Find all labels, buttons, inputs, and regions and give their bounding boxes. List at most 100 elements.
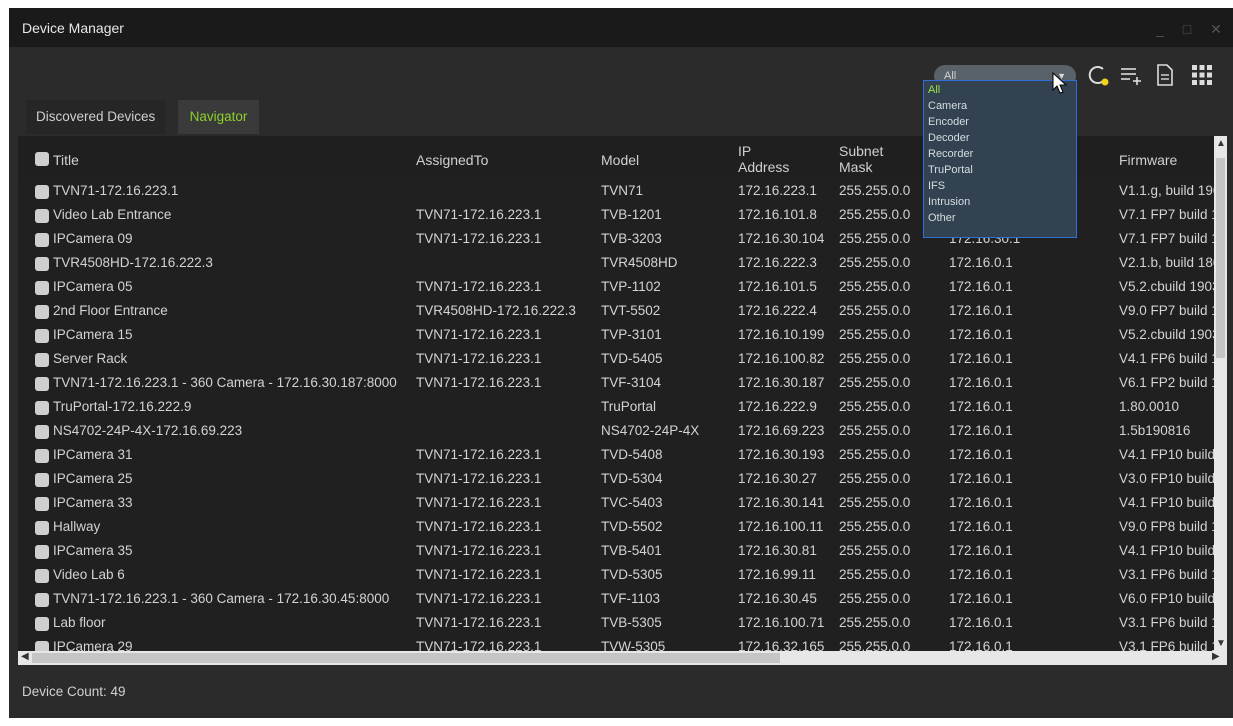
row-checkbox[interactable]	[35, 185, 49, 199]
cell-title: TruPortal-172.16.222.9	[53, 399, 192, 414]
row-checkbox[interactable]	[35, 521, 49, 535]
row-checkbox[interactable]	[35, 281, 49, 295]
cell-ip-address: 172.16.30.45	[738, 591, 817, 606]
scroll-left-icon[interactable]: ◀	[21, 651, 29, 662]
dropdown-option-all[interactable]: All	[928, 84, 940, 97]
cell-gateway: 172.16.0.1	[949, 447, 1013, 462]
cell-title: IPCamera 31	[53, 447, 133, 462]
cell-subnet-mask: 255.255.0.0	[839, 279, 911, 294]
table-row[interactable]: 2nd Floor Entrance TVR4508HD-172.16.222.3…	[18, 301, 1214, 323]
horizontal-scrollbar[interactable]: ◀ ▶	[18, 651, 1227, 665]
cell-subnet-mask: 255.255.0.0	[839, 639, 911, 651]
row-checkbox[interactable]	[35, 425, 49, 439]
table-row[interactable]: Server Rack TVN71-172.16.223.1 TVD-5405 172…	[18, 349, 1214, 371]
table-row[interactable]: IPCamera 35 TVN71-172.16.223.1 TVB-5401 172…	[18, 541, 1214, 563]
table-row[interactable]: TVN71-172.16.223.1 - 360 Camera - 172.16…	[18, 373, 1214, 395]
add-list-icon[interactable]	[1118, 62, 1144, 88]
column-header-subnet-mask[interactable]: Subnet Mask	[839, 143, 883, 175]
cell-ip-address: 172.16.30.104	[738, 231, 825, 246]
row-checkbox[interactable]	[35, 401, 49, 415]
cell-model: TVD-5405	[601, 351, 663, 366]
scroll-down-icon[interactable]: ▼	[1216, 638, 1226, 649]
row-checkbox[interactable]	[35, 305, 49, 319]
cell-firmware: V7.1 FP7 build 1	[1119, 207, 1214, 222]
row-checkbox[interactable]	[35, 545, 49, 559]
dropdown-option-recorder[interactable]: Recorder	[928, 148, 973, 161]
vertical-scroll-thumb[interactable]	[1216, 158, 1225, 358]
table-row[interactable]: IPCamera 25 TVN71-172.16.223.1 TVD-5304 172…	[18, 469, 1214, 491]
row-checkbox[interactable]	[35, 449, 49, 463]
row-checkbox[interactable]	[35, 209, 49, 223]
table-row[interactable]: TruPortal-172.16.222.9 TruPortal 172.16.22…	[18, 397, 1214, 419]
cell-title: IPCamera 29	[53, 639, 133, 651]
report-icon[interactable]	[1152, 62, 1178, 88]
minimize-button[interactable]: _	[1149, 18, 1171, 40]
close-button[interactable]: ✕	[1205, 18, 1227, 40]
maximize-button[interactable]: □	[1176, 18, 1198, 40]
cell-gateway: 172.16.0.1	[949, 495, 1013, 510]
table-row[interactable]: Hallway TVN71-172.16.223.1 TVD-5502 172.16.…	[18, 517, 1214, 539]
table-body: TVN71-172.16.223.1 TVN71 172.16.223.1 255.2…	[18, 181, 1214, 651]
table-row[interactable]: IPCamera 29 TVN71-172.16.223.1 TVW-5305 172…	[18, 637, 1214, 651]
column-header-firmware[interactable]: Firmware	[1119, 152, 1177, 168]
dropdown-option-other[interactable]: Other	[928, 212, 956, 225]
row-checkbox[interactable]	[35, 257, 49, 271]
table-row[interactable]: IPCamera 31 TVN71-172.16.223.1 TVD-5408 172…	[18, 445, 1214, 467]
cell-assigned-to: TVN71-172.16.223.1	[416, 567, 542, 582]
column-header-model[interactable]: Model	[601, 152, 639, 168]
row-checkbox[interactable]	[35, 569, 49, 583]
grid-menu-icon[interactable]	[1189, 62, 1215, 88]
table-row[interactable]: IPCamera 15 TVN71-172.16.223.1 TVP-3101 172…	[18, 325, 1214, 347]
cell-gateway: 172.16.0.1	[949, 255, 1013, 270]
cell-gateway: 172.16.0.1	[949, 279, 1013, 294]
dropdown-option-truportal[interactable]: TruPortal	[928, 164, 973, 177]
horizontal-scroll-thumb[interactable]	[32, 653, 780, 663]
cell-subnet-mask: 255.255.0.0	[839, 615, 911, 630]
cell-firmware: 1.5b190816	[1119, 423, 1191, 438]
tab-discovered-devices[interactable]: Discovered Devices	[26, 100, 166, 134]
row-checkbox[interactable]	[35, 353, 49, 367]
cell-ip-address: 172.16.30.81	[738, 543, 817, 558]
row-checkbox[interactable]	[35, 593, 49, 607]
scroll-up-icon[interactable]: ▲	[1216, 138, 1226, 149]
cell-ip-address: 172.16.100.82	[738, 351, 825, 366]
status-bar: Device Count: 49	[9, 665, 1233, 718]
dropdown-option-camera[interactable]: Camera	[928, 100, 967, 113]
row-checkbox[interactable]	[35, 617, 49, 631]
dropdown-option-ifs[interactable]: IFS	[928, 180, 945, 193]
dropdown-option-encoder[interactable]: Encoder	[928, 116, 969, 129]
column-header-title[interactable]: Title	[53, 152, 79, 168]
cell-ip-address: 172.16.222.9	[738, 399, 817, 414]
cell-model: TVD-5502	[601, 519, 663, 534]
dropdown-option-intrusion[interactable]: Intrusion	[928, 196, 970, 209]
row-checkbox[interactable]	[35, 233, 49, 247]
column-header-ip-address[interactable]: IP Address	[738, 143, 789, 175]
table-row[interactable]: IPCamera 33 TVN71-172.16.223.1 TVC-5403 172…	[18, 493, 1214, 515]
dropdown-option-decoder[interactable]: Decoder	[928, 132, 970, 145]
cell-firmware: V9.0 FP8 build 1	[1119, 519, 1214, 534]
row-checkbox[interactable]	[35, 473, 49, 487]
refresh-icon[interactable]	[1084, 62, 1110, 88]
tab-navigator[interactable]: Navigator	[178, 100, 259, 134]
window-title: Device Manager	[22, 20, 124, 36]
cell-model: TVD-5305	[601, 567, 663, 582]
table-row[interactable]: NS4702-24P-4X-172.16.69.223 NS4702-24P-4X…	[18, 421, 1214, 443]
cell-title: IPCamera 05	[53, 279, 133, 294]
table-row[interactable]: IPCamera 05 TVN71-172.16.223.1 TVP-1102 172…	[18, 277, 1214, 299]
scroll-right-icon[interactable]: ▶	[1212, 651, 1220, 662]
row-checkbox[interactable]	[35, 329, 49, 343]
vertical-scrollbar[interactable]: ▲ ▼	[1214, 136, 1227, 651]
row-checkbox[interactable]	[35, 377, 49, 391]
cell-firmware: V4.1 FP10 build	[1119, 495, 1214, 510]
select-all-checkbox[interactable]	[35, 152, 49, 166]
table-row[interactable]: Video Lab 6 TVN71-172.16.223.1 TVD-5305 172…	[18, 565, 1214, 587]
cell-assigned-to: TVN71-172.16.223.1	[416, 327, 542, 342]
column-header-assigned-to[interactable]: AssignedTo	[416, 152, 488, 168]
cell-firmware: V3.1 FP6 build 1	[1119, 615, 1214, 630]
row-checkbox[interactable]	[35, 497, 49, 511]
table-row[interactable]: TVN71-172.16.223.1 - 360 Camera - 172.16…	[18, 589, 1214, 611]
table-row[interactable]: Lab floor TVN71-172.16.223.1 TVB-5305 172.1…	[18, 613, 1214, 635]
cell-firmware: V9.0 FP7 build 1	[1119, 303, 1214, 318]
table-row[interactable]: TVR4508HD-172.16.222.3 TVR4508HD 172.16.22…	[18, 253, 1214, 275]
row-checkbox[interactable]	[35, 641, 49, 651]
